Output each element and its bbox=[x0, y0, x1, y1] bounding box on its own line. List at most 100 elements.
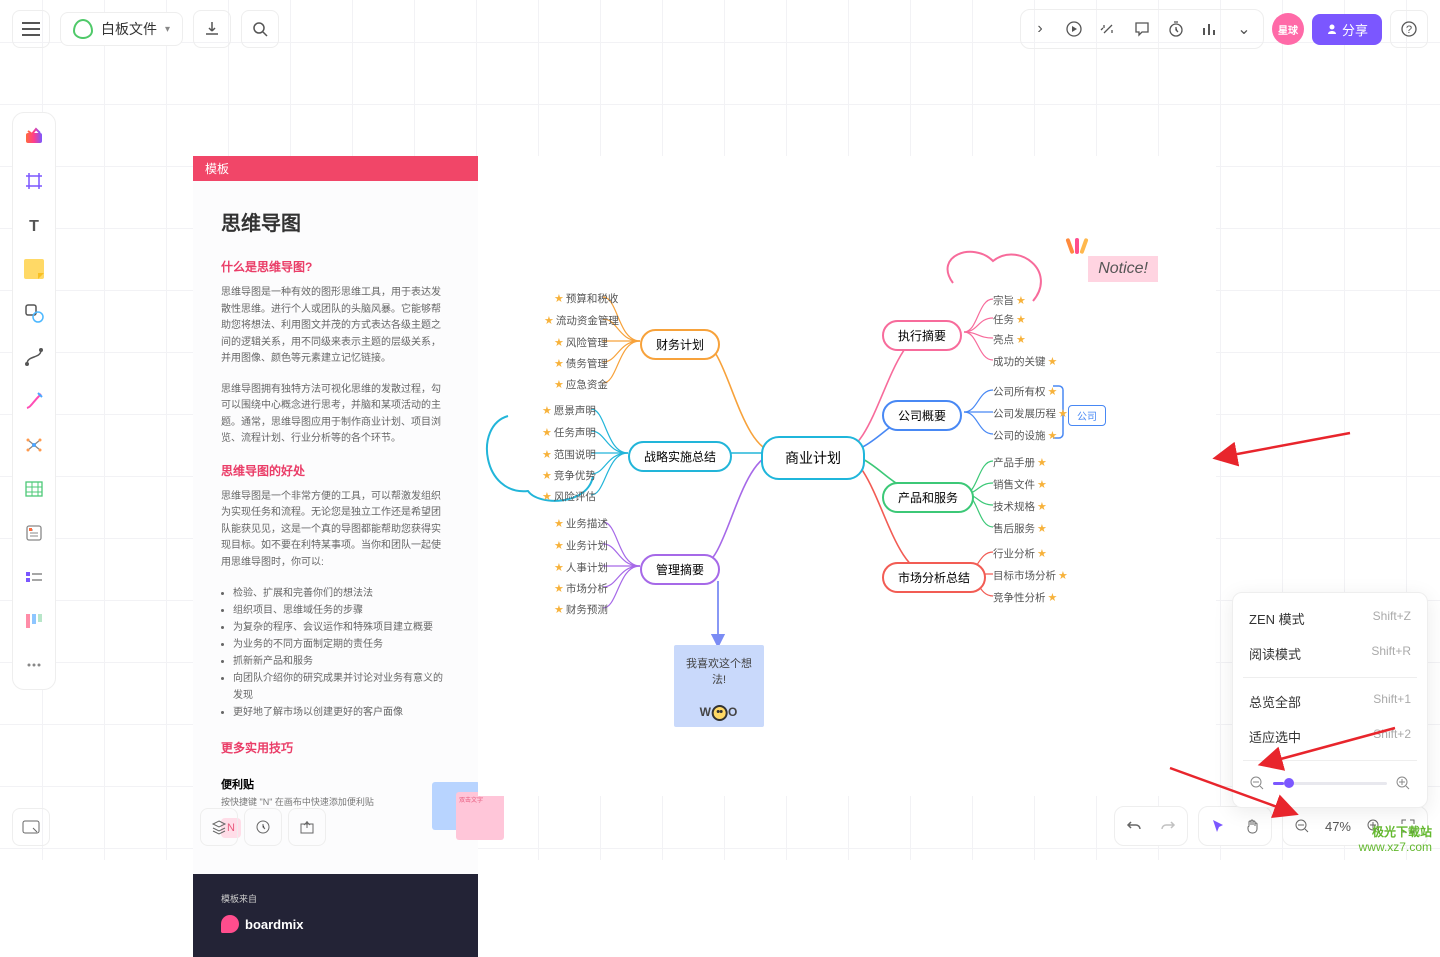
sticky-note[interactable]: 我喜欢这个想法! WO bbox=[674, 645, 764, 727]
chart-icon[interactable] bbox=[1193, 12, 1227, 46]
mindmap-leaf[interactable]: 销售文件★ bbox=[993, 477, 1049, 492]
mindmap-node[interactable]: 执行摘要 bbox=[882, 320, 962, 351]
mindmap-node[interactable]: 管理摘要 bbox=[640, 554, 720, 585]
template-text: 思维导图是一个非常方便的工具，可以帮激发组织为实现任务和流程。无论您是独立工作还… bbox=[221, 489, 450, 572]
search-icon[interactable] bbox=[241, 10, 279, 48]
section-heading: 更多实用技巧 bbox=[221, 739, 450, 756]
mindmap-tool-icon[interactable] bbox=[18, 429, 50, 461]
mindmap-tag[interactable]: 公司 bbox=[1068, 405, 1106, 426]
hamburger-icon[interactable] bbox=[12, 10, 50, 48]
mindmap-leaf[interactable]: 任务★ bbox=[993, 312, 1028, 327]
mindmap-leaf[interactable]: ★财务预测 bbox=[552, 602, 608, 617]
file-dropdown[interactable]: 白板文件 ▾ bbox=[60, 12, 183, 46]
svg-text:?: ? bbox=[1406, 24, 1412, 36]
more-chevron-icon[interactable]: ⌄ bbox=[1227, 12, 1261, 46]
help-icon[interactable]: ? bbox=[1390, 10, 1428, 48]
ctx-fit[interactable]: 适应选中Shift+2 bbox=[1233, 719, 1427, 754]
cursor-tool-icon[interactable] bbox=[1201, 809, 1235, 843]
mindmap-leaf[interactable]: ★愿景声明 bbox=[540, 403, 596, 418]
zoom-out-icon[interactable] bbox=[1285, 809, 1319, 843]
redo-icon[interactable] bbox=[1151, 809, 1185, 843]
more-tools-icon[interactable] bbox=[18, 649, 50, 681]
mindmap-leaf[interactable]: ★应急资金 bbox=[552, 377, 608, 392]
export-icon[interactable] bbox=[288, 808, 326, 846]
chevron-down-icon: ▾ bbox=[165, 24, 170, 35]
sticky-preview: 双击文字 bbox=[456, 792, 504, 840]
mindmap-leaf[interactable]: ★风险评估 bbox=[540, 489, 596, 504]
mindmap-leaf[interactable]: ★市场分析 bbox=[552, 581, 608, 596]
mindmap-canvas[interactable]: 商业计划 财务计划 战略实施总结 管理摘要 执行摘要 公司概要 产品和服务 市场… bbox=[478, 156, 1216, 796]
mindmap-leaf[interactable]: 售后服务★ bbox=[993, 521, 1049, 536]
list-tool-icon[interactable] bbox=[18, 561, 50, 593]
chevron-right-icon[interactable]: › bbox=[1023, 12, 1057, 46]
mindmap-leaf[interactable]: ★范围说明 bbox=[540, 447, 596, 462]
mindmap-node[interactable]: 公司概要 bbox=[882, 400, 962, 431]
view-context-menu: ZEN 模式Shift+Z 阅读模式Shift+R 总览全部Shift+1 适应… bbox=[1232, 592, 1428, 808]
mindmap-node[interactable]: 市场分析总结 bbox=[882, 562, 986, 593]
notice-callout[interactable]: Notice! bbox=[1088, 256, 1158, 282]
sparkle-icon[interactable] bbox=[1091, 12, 1125, 46]
zoom-value[interactable]: 47% bbox=[1319, 819, 1357, 834]
mindmap-node[interactable]: 产品和服务 bbox=[882, 482, 974, 513]
mindmap-center-node[interactable]: 商业计划 bbox=[761, 436, 865, 480]
zoom-in-icon[interactable] bbox=[1395, 775, 1411, 791]
hand-tool-icon[interactable] bbox=[1235, 809, 1269, 843]
zoom-slider[interactable] bbox=[1273, 782, 1387, 785]
mindmap-leaf[interactable]: 公司的设施★ bbox=[993, 428, 1059, 443]
sticky-tool-icon[interactable] bbox=[18, 253, 50, 285]
mindmap-leaf[interactable]: ★业务描述 bbox=[552, 516, 608, 531]
ctx-read[interactable]: 阅读模式Shift+R bbox=[1233, 636, 1427, 671]
layers-icon[interactable] bbox=[200, 808, 238, 846]
doc-tool-icon[interactable] bbox=[18, 517, 50, 549]
zoom-out-icon[interactable] bbox=[1249, 775, 1265, 791]
mindmap-node[interactable]: 财务计划 bbox=[640, 329, 720, 360]
mindmap-leaf[interactable]: 技术规格★ bbox=[993, 499, 1049, 514]
bullet-list: 检验、扩展和完善你们的想法法组织项目、思维域任务的步骤为复杂的程序、会议运作和特… bbox=[221, 585, 450, 721]
ctx-zoom-slider[interactable] bbox=[1233, 767, 1427, 799]
mindmap-leaf[interactable]: 竞争性分析★ bbox=[993, 590, 1059, 605]
timer-icon[interactable] bbox=[1159, 12, 1193, 46]
pen-tool-icon[interactable] bbox=[18, 385, 50, 417]
mindmap-leaf[interactable]: 亮点★ bbox=[993, 332, 1028, 347]
user-avatar[interactable]: 星球 bbox=[1272, 13, 1304, 45]
bottom-center-toolbar bbox=[200, 808, 326, 846]
minimap-icon[interactable] bbox=[12, 808, 50, 846]
mindmap-leaf[interactable]: ★竞争优势 bbox=[540, 468, 596, 483]
share-button[interactable]: 分享 bbox=[1312, 14, 1382, 45]
ctx-overview[interactable]: 总览全部Shift+1 bbox=[1233, 684, 1427, 719]
mindmap-leaf[interactable]: 行业分析★ bbox=[993, 546, 1049, 561]
mindmap-leaf[interactable]: 目标市场分析★ bbox=[993, 568, 1070, 583]
ctx-zen[interactable]: ZEN 模式Shift+Z bbox=[1233, 601, 1427, 636]
shape-tool-icon[interactable] bbox=[18, 297, 50, 329]
image-tool-icon[interactable] bbox=[18, 121, 50, 153]
mindmap-leaf[interactable]: ★业务计划 bbox=[552, 538, 608, 553]
comment-icon[interactable] bbox=[1125, 12, 1159, 46]
connector-tool-icon[interactable] bbox=[18, 341, 50, 373]
mindmap-leaf[interactable]: 产品手册★ bbox=[993, 455, 1049, 470]
template-title: 思维导图 bbox=[221, 207, 450, 236]
mindmap-leaf[interactable]: 公司发展历程★ bbox=[993, 406, 1070, 421]
section-heading: 思维导图的好处 bbox=[221, 462, 450, 479]
mindmap-leaf[interactable]: ★债务管理 bbox=[552, 356, 608, 371]
template-footer: 模板来自 boardmix bbox=[193, 874, 478, 957]
mindmap-leaf[interactable]: 成功的关键★ bbox=[993, 354, 1059, 369]
frame-tool-icon[interactable] bbox=[18, 165, 50, 197]
kanban-tool-icon[interactable] bbox=[18, 605, 50, 637]
mindmap-leaf[interactable]: ★任务声明 bbox=[540, 425, 596, 440]
text-tool-icon[interactable]: T bbox=[18, 209, 50, 241]
mindmap-node[interactable]: 战略实施总结 bbox=[628, 441, 732, 472]
mindmap-leaf[interactable]: 公司所有权★ bbox=[993, 384, 1059, 399]
play-icon[interactable] bbox=[1057, 12, 1091, 46]
topbar-right: › ⌄ 星球 分享 ? bbox=[1020, 9, 1428, 49]
toolbar-group: › ⌄ bbox=[1020, 9, 1264, 49]
undo-icon[interactable] bbox=[1117, 809, 1151, 843]
mindmap-leaf[interactable]: ★流动资金管理 bbox=[542, 313, 619, 328]
template-text: 思维导图拥有独特方法可视化思维的发散过程，勾可以围绕中心概念进行思考，并脑和某项… bbox=[221, 382, 450, 448]
mindmap-leaf[interactable]: ★风险管理 bbox=[552, 335, 608, 350]
table-tool-icon[interactable] bbox=[18, 473, 50, 505]
download-icon[interactable] bbox=[193, 10, 231, 48]
mindmap-leaf[interactable]: ★人事计划 bbox=[552, 560, 608, 575]
mindmap-leaf[interactable]: ★预算和税收 bbox=[552, 291, 618, 306]
mindmap-leaf[interactable]: 宗旨★ bbox=[993, 293, 1028, 308]
history-icon[interactable] bbox=[244, 808, 282, 846]
